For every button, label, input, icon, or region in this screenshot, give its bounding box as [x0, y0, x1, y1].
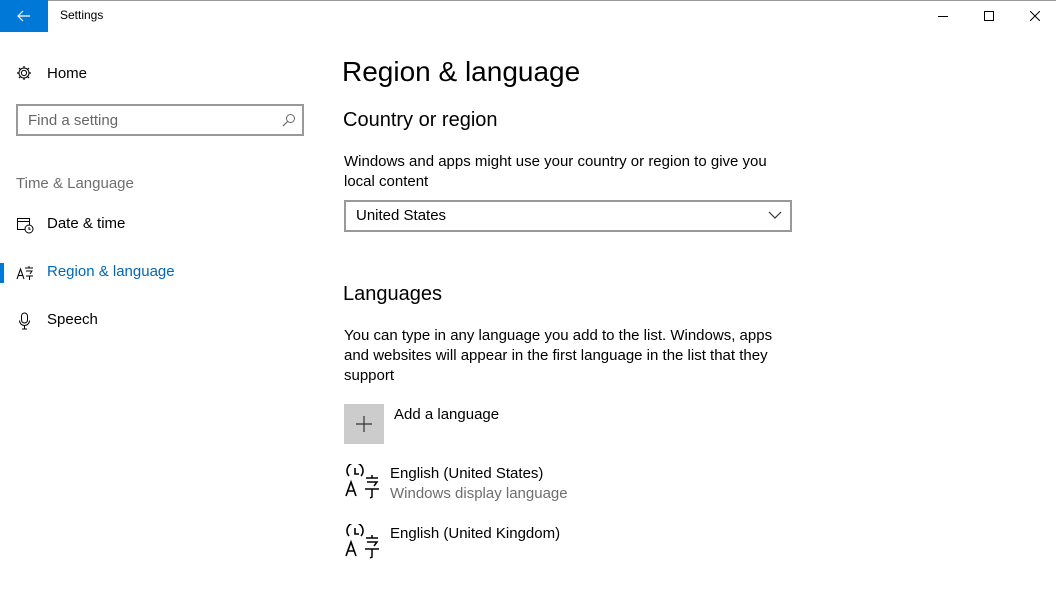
add-language-tile	[344, 404, 384, 444]
gear-icon	[17, 66, 31, 80]
country-description: Windows and apps might use your country …	[344, 153, 767, 190]
active-indicator	[0, 263, 4, 283]
language-icon	[345, 464, 379, 499]
country-heading: Country or region	[343, 109, 498, 131]
language-item-english-us[interactable]: English (United States) Windows display …	[344, 464, 744, 508]
page-title: Region & language	[342, 56, 581, 87]
sidebar-item-speech[interactable]: Speech	[0, 305, 320, 335]
microphone-icon	[19, 312, 30, 330]
title-bar: Settings	[0, 0, 1056, 32]
home-nav-item[interactable]: Home	[16, 63, 87, 83]
close-button[interactable]	[1012, 0, 1056, 32]
sidebar: Home Time & Language Date & time Region …	[0, 32, 320, 597]
language-item-english-uk[interactable]: English (United Kingdom)	[344, 524, 744, 568]
sidebar-item-label: Speech	[47, 311, 98, 328]
language-name: English (United Kingdom)	[390, 525, 561, 542]
sidebar-item-date-time[interactable]: Date & time	[0, 209, 320, 239]
search-icon	[282, 114, 295, 127]
country-selected-value: United States	[356, 207, 447, 224]
maximize-button[interactable]	[966, 0, 1012, 32]
sidebar-item-label: Date & time	[47, 215, 126, 232]
chevron-down-icon	[768, 211, 782, 219]
window-title: Settings	[60, 8, 104, 22]
home-label: Home	[47, 64, 88, 82]
calendar-clock-icon	[17, 218, 34, 234]
search-box[interactable]	[16, 104, 304, 136]
languages-heading: Languages	[343, 283, 442, 305]
minimize-icon	[938, 16, 948, 17]
language-name: English (United States)	[390, 465, 544, 482]
main-content: Region & language Country or region Wind…	[342, 32, 1042, 597]
region-language-icon	[16, 266, 33, 280]
sidebar-item-region-language[interactable]: Region & language	[0, 257, 320, 287]
maximize-icon	[984, 11, 994, 21]
plus-icon	[356, 416, 372, 432]
section-label: Time & Language	[16, 175, 134, 192]
close-icon	[1030, 11, 1040, 21]
language-icon	[345, 524, 379, 559]
languages-description: You can type in any language you add to …	[344, 327, 773, 384]
country-dropdown[interactable]: United States	[344, 200, 792, 232]
sidebar-item-label: Region & language	[47, 263, 175, 280]
add-language-label: Add a language	[394, 406, 500, 423]
language-subtitle: Windows display language	[390, 485, 568, 502]
search-input[interactable]	[18, 106, 268, 134]
back-button[interactable]	[0, 0, 48, 32]
back-arrow-icon	[17, 10, 30, 22]
window-border	[48, 0, 1056, 1]
minimize-button[interactable]	[920, 0, 966, 32]
